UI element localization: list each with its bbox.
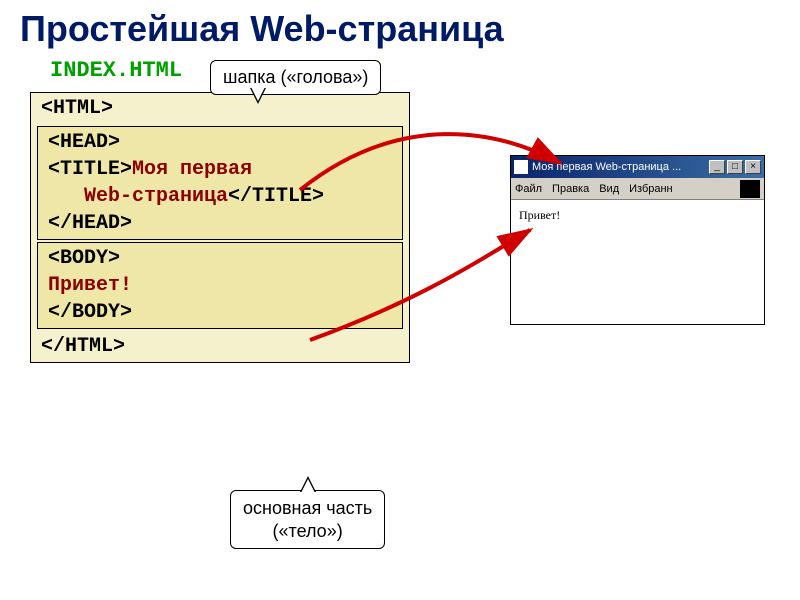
slide-title: Простейшая Web-страница [20, 8, 504, 50]
callout-head: шапка («голова») [210, 60, 381, 95]
callout-head-tail [250, 88, 266, 104]
title-text-1: Моя первая [132, 158, 252, 181]
tag-body-open: <BODY> [42, 245, 398, 272]
minimize-button[interactable]: _ [709, 160, 725, 174]
menu-view[interactable]: Вид [599, 183, 619, 195]
callout-body-tail [300, 476, 316, 492]
filename-label: INDEX.HTML [50, 58, 182, 83]
browser-menubar: Файл Правка Вид Избранн [511, 178, 764, 200]
close-button[interactable]: × [745, 160, 761, 174]
tag-body-close: </BODY> [42, 299, 398, 326]
title-text-2: Web-страница [84, 185, 228, 208]
tag-title-line1: <TITLE>Моя первая [42, 156, 398, 183]
tag-title-line2: Web-страница</TITLE> [42, 183, 398, 210]
callout-body-l2: («тело») [273, 521, 343, 541]
menu-file[interactable]: Файл [515, 183, 542, 195]
tag-title-open: <TITLE> [48, 158, 132, 181]
browser-window: Моя первая Web-страница ... _ □ × Файл П… [510, 155, 765, 325]
browser-content: Привет! [511, 200, 764, 324]
menu-edit[interactable]: Правка [552, 183, 589, 195]
callout-body: основная часть («тело») [230, 490, 385, 549]
body-section: <BODY> Привет! </BODY> [37, 242, 403, 329]
tag-title-close: </TITLE> [228, 185, 324, 208]
body-text: Привет! [42, 272, 398, 299]
throbber-icon [740, 180, 760, 198]
tag-head-close: </HEAD> [42, 210, 398, 237]
ie-icon [514, 160, 528, 174]
code-block: <HTML> <HEAD> <TITLE>Моя первая Web-стра… [30, 92, 410, 363]
window-buttons: _ □ × [709, 160, 761, 174]
tag-head-open: <HEAD> [42, 129, 398, 156]
head-section: <HEAD> <TITLE>Моя первая Web-страница</T… [37, 126, 403, 240]
menu-favorites[interactable]: Избранн [629, 183, 673, 195]
tag-html-close: </HTML> [31, 331, 409, 362]
browser-title: Моя первая Web-страница ... [532, 161, 709, 173]
maximize-button[interactable]: □ [727, 160, 743, 174]
browser-titlebar: Моя первая Web-страница ... _ □ × [511, 156, 764, 178]
tag-html-open: <HTML> [31, 93, 409, 124]
callout-body-l1: основная часть [243, 498, 372, 518]
